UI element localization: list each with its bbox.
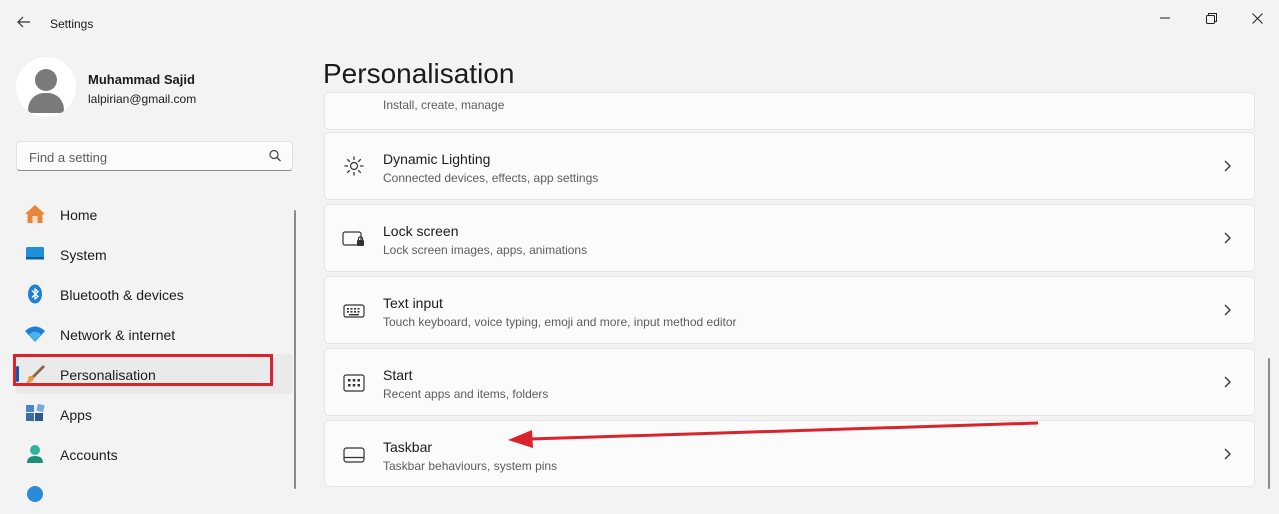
card-lock-screen[interactable]: Lock screen Lock screen images, apps, an…	[324, 204, 1255, 272]
user-email: lalpirian@gmail.com	[88, 92, 197, 106]
restore-button[interactable]	[1196, 8, 1226, 28]
sidebar-item-partial[interactable]	[16, 474, 293, 514]
chevron-right-icon	[1224, 160, 1231, 172]
minimize-button[interactable]	[1150, 8, 1180, 28]
apps-icon	[24, 404, 46, 424]
sidebar-nav: Home System Bluetooth & devices Network …	[16, 194, 293, 514]
person-icon	[24, 444, 46, 464]
title-bar: Settings	[0, 0, 1279, 48]
sidebar-item-apps[interactable]: Apps	[16, 394, 293, 434]
keyboard-icon	[341, 300, 367, 322]
sidebar-item-home[interactable]: Home	[16, 194, 293, 234]
home-icon	[24, 204, 46, 224]
dynamic-lighting-icon	[341, 155, 367, 177]
chevron-right-icon	[1224, 448, 1231, 460]
bluetooth-icon	[24, 284, 46, 304]
card-start[interactable]: Start Recent apps and items, folders	[324, 348, 1255, 416]
chevron-right-icon	[1224, 232, 1231, 244]
wifi-icon	[24, 324, 46, 344]
card-themes-partial[interactable]: Install, create, manage	[324, 92, 1255, 130]
paintbrush-icon	[24, 364, 46, 384]
start-menu-icon	[341, 372, 367, 394]
app-title: Settings	[50, 17, 94, 31]
search-input[interactable]	[27, 147, 261, 167]
card-dynamic-lighting[interactable]: Dynamic Lighting Connected devices, effe…	[324, 132, 1255, 200]
partial-icon	[24, 484, 46, 504]
minimize-icon	[1160, 17, 1170, 19]
taskbar-icon	[341, 444, 367, 466]
chevron-right-icon	[1224, 304, 1231, 316]
sidebar-item-bluetooth[interactable]: Bluetooth & devices	[16, 274, 293, 314]
card-text-input[interactable]: Text input Touch keyboard, voice typing,…	[324, 276, 1255, 344]
back-button[interactable]	[14, 12, 34, 32]
card-taskbar[interactable]: Taskbar Taskbar behaviours, system pins	[324, 420, 1255, 487]
chevron-right-icon	[1224, 376, 1231, 388]
avatar[interactable]	[16, 57, 76, 117]
sidebar-item-personalisation[interactable]: Personalisation	[16, 354, 293, 394]
sidebar-item-accounts[interactable]: Accounts	[16, 434, 293, 474]
sidebar-item-network[interactable]: Network & internet	[16, 314, 293, 354]
arrow-left-icon	[17, 16, 30, 28]
lock-screen-icon	[341, 228, 367, 250]
monitor-icon	[24, 244, 46, 264]
user-name: Muhammad Sajid	[88, 72, 195, 87]
sidebar-scrollbar[interactable]	[294, 210, 296, 489]
restore-icon	[1205, 12, 1217, 24]
close-button[interactable]	[1242, 8, 1272, 28]
page-title: Personalisation	[323, 58, 515, 89]
search-icon	[269, 149, 281, 162]
main-scrollbar[interactable]	[1268, 358, 1270, 489]
search-box[interactable]	[16, 141, 293, 171]
sidebar-item-system[interactable]: System	[16, 234, 293, 274]
close-icon	[1251, 12, 1263, 24]
